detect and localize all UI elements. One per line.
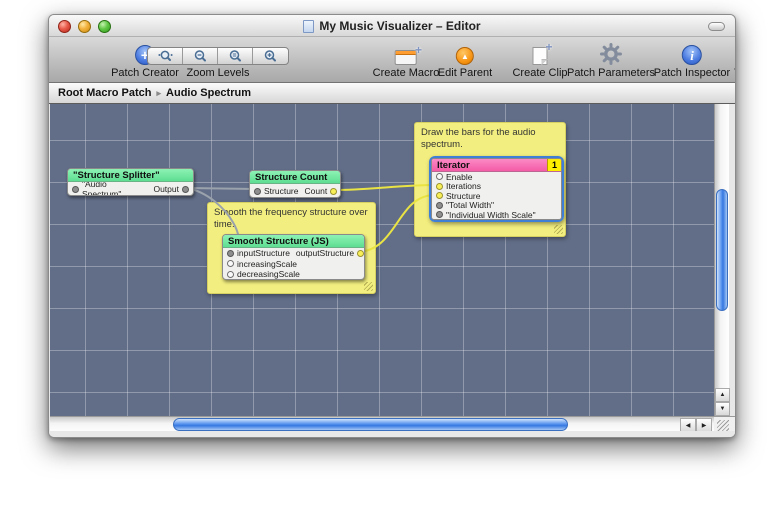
resize-grip-icon[interactable] [554, 225, 563, 234]
port-label: Structure [446, 191, 481, 201]
zoom-segmented-control [147, 47, 289, 65]
breadcrumb: Root Macro Patch ▸ Audio Spectrum [49, 83, 735, 104]
node-header[interactable]: Structure Count [250, 171, 340, 184]
zoom-fit-icon [228, 49, 243, 64]
port-label: increasingScale [237, 259, 297, 269]
zoom-out-button[interactable] [183, 48, 218, 64]
viewer-button[interactable]: Viewer [734, 38, 736, 82]
input-port[interactable] [227, 271, 234, 278]
editor-window: My Music Visualizer – Editor + Patch Cre… [48, 14, 736, 438]
vertical-scrollbar[interactable]: ▲ ▼ [714, 104, 729, 416]
node-structure-splitter[interactable]: "Structure Splitter" "Audio Spectrum" Ou… [67, 168, 194, 196]
iteration-count-badge: 1 [547, 159, 561, 171]
port-label: outputStructure [296, 248, 354, 258]
input-port[interactable] [436, 192, 443, 199]
port-label: Enable [446, 172, 472, 182]
breadcrumb-root[interactable]: Root Macro Patch [58, 87, 152, 99]
patch-canvas[interactable]: Smooth the frequency structure over time… [50, 104, 714, 416]
node-structure-count[interactable]: Structure Count Structure Count [249, 170, 341, 198]
up-triangle-icon: ▲ [456, 47, 474, 65]
create-clip-button[interactable]: + Create Clip [512, 38, 567, 82]
node-header[interactable]: "Structure Splitter" [68, 169, 193, 182]
port-label: inputStructure [237, 248, 290, 258]
input-port[interactable] [436, 183, 443, 190]
edit-parent-button[interactable]: ▲ Edit Parent [438, 38, 492, 82]
input-port[interactable] [227, 250, 234, 257]
breadcrumb-current[interactable]: Audio Spectrum [166, 87, 251, 99]
port-label: Iterations [446, 181, 481, 191]
port-label: "Individual Width Scale" [446, 210, 536, 220]
port-label: decreasingScale [237, 269, 300, 279]
input-port[interactable] [436, 202, 443, 209]
output-port[interactable] [182, 186, 189, 193]
port-label: Structure [264, 186, 299, 196]
clip-page-icon: + [533, 47, 548, 65]
output-port[interactable] [330, 188, 337, 195]
zoom-actual-size-icon [158, 49, 173, 64]
info-icon: i [682, 45, 702, 65]
port-label: "Total Width" [446, 200, 494, 210]
wires-layer [50, 104, 714, 416]
title-bar[interactable]: My Music Visualizer – Editor [49, 15, 735, 37]
zoom-fit-button[interactable] [218, 48, 253, 64]
gear-icon [600, 43, 622, 65]
zoom-in-icon [263, 49, 278, 64]
node-header[interactable]: Iterator 1 [432, 159, 561, 172]
zoom-out-icon [193, 49, 208, 64]
port-label: Count [305, 186, 328, 196]
zoom-in-button[interactable] [253, 48, 288, 64]
port-label: Output [153, 184, 179, 194]
toolbar: + Patch Creator [49, 37, 735, 83]
patch-parameters-button[interactable]: Patch Parameters [567, 38, 655, 82]
node-iterator-selection[interactable]: Iterator 1 Enable Iterations Structure [429, 156, 564, 222]
patch-inspector-button[interactable]: i Patch Inspector [654, 38, 730, 82]
resize-grip-icon[interactable] [364, 282, 373, 291]
note-iterator-text: Draw the bars for the audio spectrum. [421, 127, 536, 150]
document-icon [303, 20, 314, 33]
input-port[interactable] [72, 186, 79, 193]
horizontal-scroll-thumb[interactable] [173, 418, 568, 431]
create-macro-button[interactable]: + Create Macro [373, 38, 440, 82]
input-port[interactable] [227, 260, 234, 267]
toolbar-toggle-button[interactable] [708, 22, 725, 31]
node-title: Iterator [437, 160, 470, 171]
wire-splitter-to-count[interactable] [187, 188, 256, 189]
scroll-down-button[interactable]: ▼ [715, 402, 730, 416]
input-port[interactable] [254, 188, 261, 195]
node-smooth-structure[interactable]: Smooth Structure (JS) inputStructure out… [222, 234, 365, 280]
window-title: My Music Visualizer – Editor [319, 19, 480, 33]
zoom-levels-control: Zoom Levels [147, 38, 289, 82]
input-port[interactable] [436, 211, 443, 218]
node-header[interactable]: Smooth Structure (JS) [223, 235, 364, 248]
scroll-up-button[interactable]: ▲ [715, 388, 730, 402]
node-iterator[interactable]: Iterator 1 Enable Iterations Structure [431, 158, 562, 220]
note-smooth-text: Smooth the frequency structure over time… [214, 207, 368, 230]
output-port[interactable] [357, 250, 364, 257]
zoom-actual-size-button[interactable] [148, 48, 183, 64]
input-port[interactable] [436, 173, 443, 180]
vertical-scroll-thumb[interactable] [716, 189, 728, 311]
window-bottom-frame [49, 431, 735, 437]
breadcrumb-separator-icon: ▸ [157, 88, 162, 99]
macro-window-icon: + [395, 50, 417, 65]
